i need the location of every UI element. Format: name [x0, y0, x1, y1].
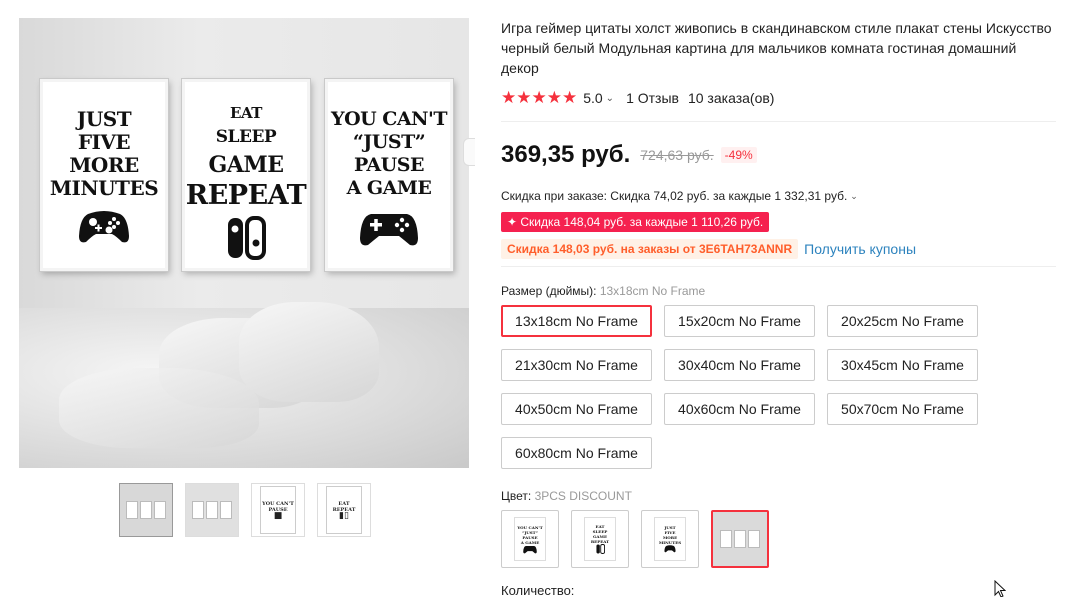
reviews-link[interactable]: 1 Отзыв [626, 90, 679, 106]
coupon-row: Скидка 148,03 руб. на заказы от 3E6TAH73… [501, 238, 1056, 260]
color-label-text: Цвет: [501, 489, 535, 503]
color-option-eat-sleep[interactable]: EAT SLEEP GAME REPEAT [571, 510, 629, 568]
gamepad-icon: ■ [273, 511, 283, 521]
poster-line: SLEEP [215, 127, 277, 147]
gallery-next-arrow[interactable] [463, 138, 475, 166]
size-option[interactable]: 50x70cm No Frame [827, 393, 978, 425]
color-option-image [713, 512, 767, 566]
mini-poster [720, 530, 732, 548]
poster-line: EAT [230, 104, 262, 122]
current-price: 369,35 руб. [501, 141, 631, 168]
quantity-label: Количество: [501, 583, 575, 597]
size-label-text: Размер (дюймы): [501, 284, 600, 298]
size-label: Размер (дюймы): 13x18cm No Frame [501, 284, 1056, 298]
poster-just-five-more-minutes: JUST FIVE MORE MINUTES [40, 79, 168, 271]
color-option-3pcs-discount[interactable] [711, 510, 769, 568]
size-options: 13x18cm No Frame 15x20cm No Frame 20x25c… [501, 305, 1056, 469]
size-option[interactable]: 40x50cm No Frame [501, 393, 652, 425]
mini-poster [734, 530, 746, 548]
divider [501, 121, 1056, 122]
color-option-five-more-minutes[interactable]: JUST FIVE MORE MINUTES [641, 510, 699, 568]
nintendo-switch-icon [595, 544, 605, 554]
gamepad-icon [523, 545, 537, 553]
gamepad-icon [360, 214, 418, 246]
color-label: Цвет: 3PCS DISCOUNT [501, 489, 1056, 503]
poster-line: YOU CAN'T [331, 108, 448, 130]
divider [501, 266, 1056, 267]
color-option-you-cant-pause[interactable]: YOU CAN'T “JUST” PAUSE A GAME [501, 510, 559, 568]
poster-line: JUST [76, 107, 132, 131]
color-option-image: EAT SLEEP GAME REPEAT [584, 517, 616, 561]
pillow [59, 368, 259, 448]
mini-poster [192, 501, 204, 519]
mini-poster [126, 501, 138, 519]
mini-poster [748, 530, 760, 548]
order-discount-text: Скидка при заказе: Скидка 74,02 руб. за … [501, 189, 848, 203]
xbox-controller-icon [79, 211, 129, 243]
poster-eat-sleep-game-repeat: EAT SLEEP GAME REPEAT [182, 79, 310, 271]
thumbnail-2[interactable] [185, 483, 239, 537]
poster-line: FIVE [77, 130, 131, 154]
pillow [239, 302, 379, 402]
mini-poster-you-cant-pause: YOU CAN'T PAUSE ■ [260, 486, 296, 534]
size-option[interactable]: 13x18cm No Frame [501, 305, 652, 337]
mini-poster [206, 501, 218, 519]
size-option[interactable]: 21x30cm No Frame [501, 349, 652, 381]
size-option[interactable]: 30x45cm No Frame [827, 349, 978, 381]
size-option[interactable]: 20x25cm No Frame [827, 305, 978, 337]
color-selected-value: 3PCS DISCOUNT [534, 489, 632, 503]
product-title: Игра геймер цитаты холст живопись в скан… [501, 20, 1052, 76]
thumbnail-1[interactable] [119, 483, 173, 537]
mini-poster [154, 501, 166, 519]
thumbnail-strip: YOU CAN'T PAUSE ■ EAT REPEAT ▮▯ [119, 483, 371, 537]
size-option[interactable]: 15x20cm No Frame [664, 305, 815, 337]
mini-poster [140, 501, 152, 519]
mini-poster-eat-sleep: EAT REPEAT ▮▯ [326, 486, 362, 534]
get-coupons-link[interactable]: Получить купоны [804, 241, 916, 257]
thumbnail-3[interactable]: YOU CAN'T PAUSE ■ [251, 483, 305, 537]
nintendo-switch-icon [228, 216, 266, 260]
order-discount[interactable]: Скидка при заказе: Скидка 74,02 руб. за … [501, 189, 1056, 203]
coupon-tag: Скидка 148,03 руб. на заказы от 3E6TAH73… [501, 239, 799, 259]
poster-line: A GAME [346, 177, 432, 199]
size-option[interactable]: 30x40cm No Frame [664, 349, 815, 381]
size-option[interactable]: 40x60cm No Frame [664, 393, 815, 425]
orders-count: 10 заказа(ов) [687, 90, 775, 106]
size-selected-value: 13x18cm No Frame [599, 284, 706, 298]
color-option-image: YOU CAN'T “JUST” PAUSE A GAME [514, 517, 546, 561]
mouse-cursor-icon [994, 580, 1006, 597]
rating-value[interactable]: 5.0 [583, 90, 602, 106]
poster-line: PAUSE [354, 154, 424, 176]
rating-row: ★★★★★ 5.0 ⌄ 1 Отзыв 10 заказа(ов) [501, 87, 1056, 109]
star-rating-icon: ★★★★★ [501, 88, 578, 107]
size-option[interactable]: 60x80cm No Frame [501, 437, 652, 469]
color-option-image: JUST FIVE MORE MINUTES [654, 517, 686, 561]
poster-line: GAME [208, 152, 284, 178]
bed-scene [19, 302, 469, 468]
promo-badge: ✦ Скидка 148,04 руб. за каждые 1 110,26 … [501, 212, 770, 232]
poster-line: MINUTES [49, 176, 159, 200]
color-options: YOU CAN'T “JUST” PAUSE A GAME EAT SLEEP … [501, 510, 1056, 568]
poster-line: REPEAT [185, 180, 307, 211]
product-info-panel: Игра геймер цитаты холст живопись в скан… [501, 18, 1056, 597]
chevron-down-icon[interactable]: ⌄ [606, 93, 614, 104]
chevron-down-icon[interactable]: ⌄ [850, 191, 858, 202]
poster-line: “JUST” [352, 131, 426, 153]
thumbnail-4[interactable]: EAT REPEAT ▮▯ [317, 483, 371, 537]
mini-poster [220, 501, 232, 519]
xbox-controller-icon [664, 545, 676, 553]
price-row: 369,35 руб. 724,63 руб. -49% [501, 141, 1056, 169]
old-price: 724,63 руб. [640, 147, 714, 163]
poster-you-cant-just-pause: YOU CAN'T “JUST” PAUSE A GAME [325, 79, 453, 271]
discount-badge: -49% [720, 147, 757, 163]
main-product-image[interactable]: JUST FIVE MORE MINUTES EAT SLEEP GAME RE… [19, 18, 469, 468]
poster-line: MORE [69, 153, 139, 177]
nintendo-switch-icon: ▮▯ [339, 511, 349, 521]
